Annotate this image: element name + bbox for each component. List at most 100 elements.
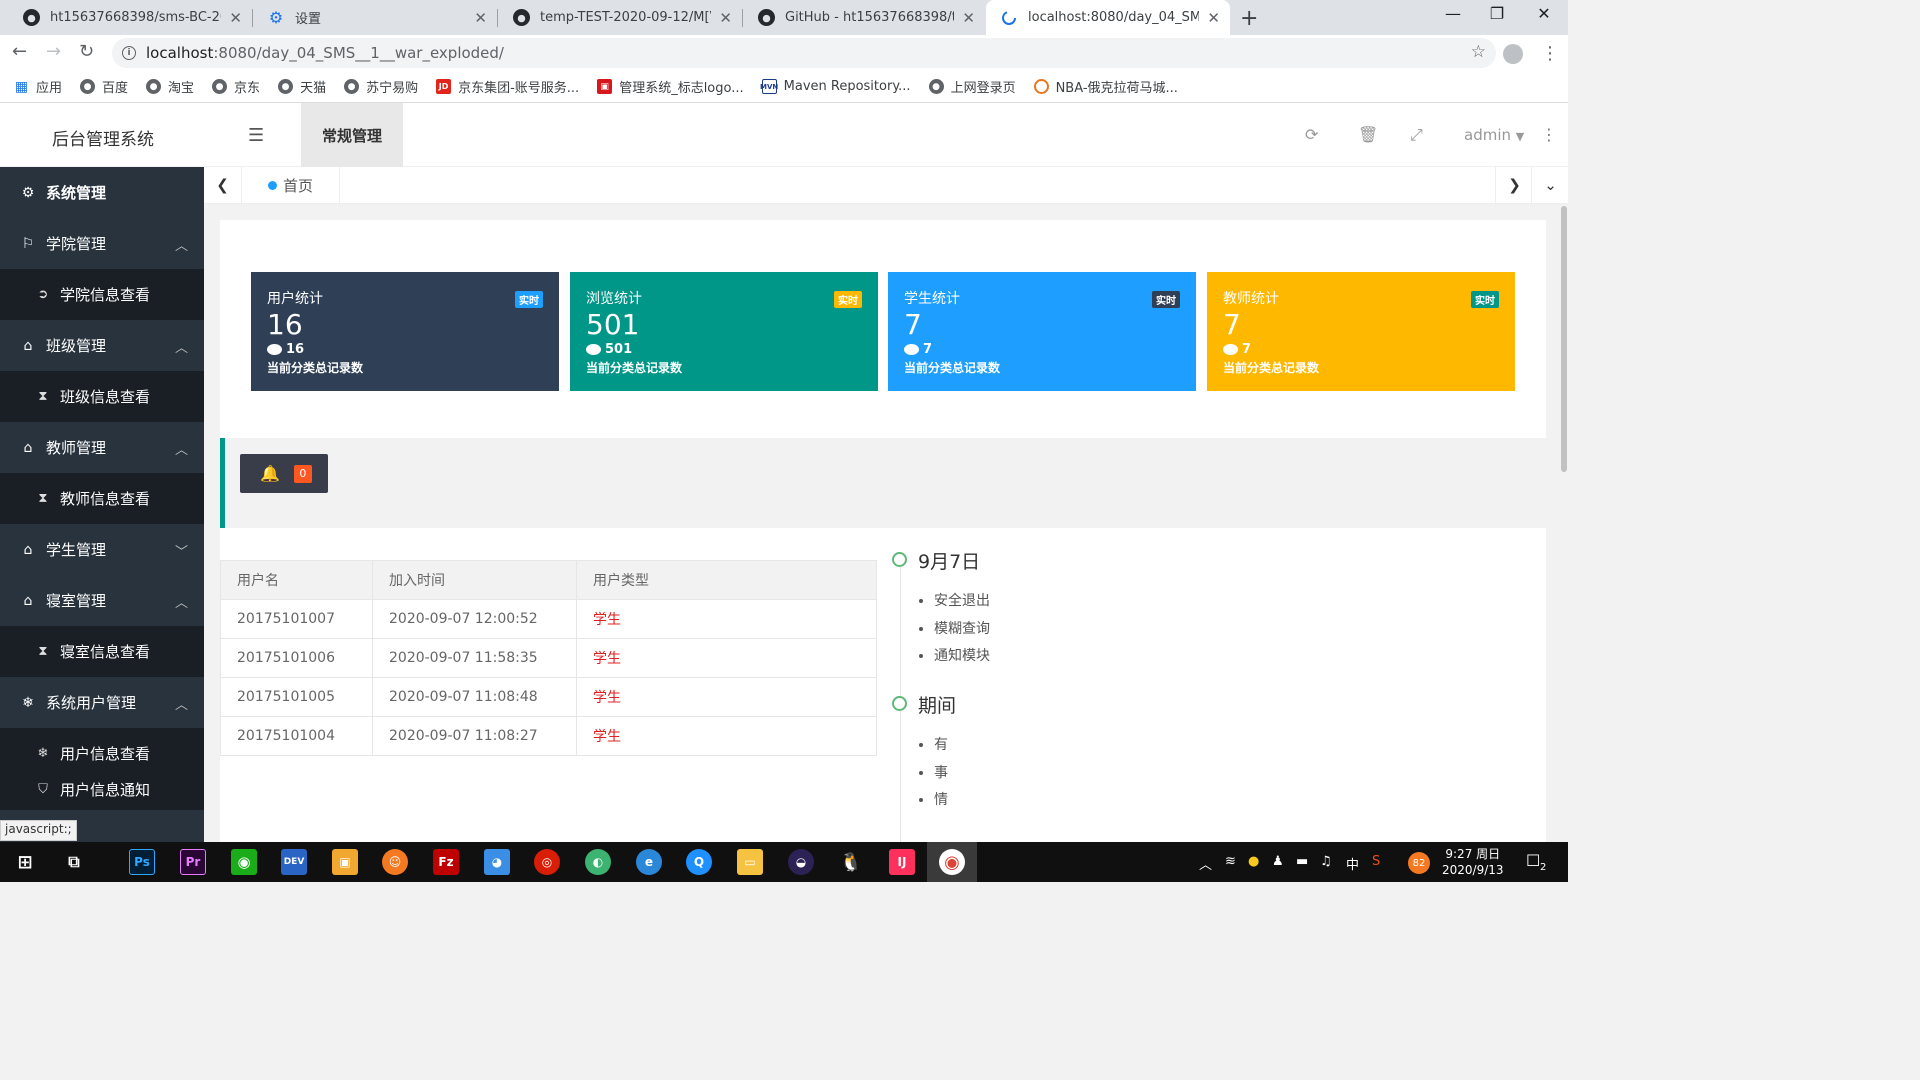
sidebar-subitem-college-view[interactable]: ➲ 学院信息查看 bbox=[0, 269, 204, 320]
task-view-icon[interactable]: ⧉ bbox=[61, 849, 87, 875]
system-clock[interactable]: 9:27 周日 2020/9/13 bbox=[1442, 846, 1504, 878]
bookmark-logo-site[interactable]: ▣ 管理系统_标志logo... bbox=[597, 77, 744, 96]
menu-toggle-icon[interactable]: ☰ bbox=[248, 125, 264, 146]
sogou-icon[interactable]: S bbox=[1372, 854, 1380, 869]
chevron-up-icon[interactable]: ︿ bbox=[1199, 854, 1212, 873]
intellij-icon[interactable]: IJ bbox=[889, 849, 915, 875]
timeline-entry: 模糊查询 bbox=[934, 616, 990, 644]
premiere-icon[interactable]: Pr bbox=[180, 849, 206, 875]
bookmark-login-page[interactable]: ● 上网登录页 bbox=[928, 77, 1016, 96]
tray-app-icon[interactable]: ● bbox=[1248, 854, 1259, 869]
table-row: 20175101007 2020-09-07 12:00:52 学生 bbox=[220, 599, 877, 639]
bookmark-jd-account[interactable]: JD 京东集团-账号服务... bbox=[436, 77, 579, 96]
folder-app-icon[interactable]: ▣ bbox=[332, 849, 358, 875]
sidebar-subitem-class-view[interactable]: ⧗ 班级信息查看 bbox=[0, 371, 204, 422]
sidebar-subitem-dorm-view[interactable]: ⧗ 寝室信息查看 bbox=[0, 626, 204, 677]
notification-center-count: 2 bbox=[1540, 862, 1547, 873]
devcpp-icon[interactable]: DEV bbox=[281, 849, 307, 875]
user-menu[interactable]: admin ▼ bbox=[1464, 126, 1524, 144]
forward-arrow-icon[interactable]: → bbox=[46, 41, 61, 62]
close-icon[interactable]: ✕ bbox=[962, 9, 975, 27]
search-app-icon[interactable]: Q bbox=[686, 849, 712, 875]
close-icon[interactable]: ✕ bbox=[1207, 9, 1220, 27]
bookmark-jingdong[interactable]: ● 京东 bbox=[212, 77, 260, 96]
nav-general-management[interactable]: 常规管理 bbox=[301, 103, 403, 167]
bookmark-baidu[interactable]: ● 百度 bbox=[80, 77, 128, 96]
wechat-icon[interactable]: ◉ bbox=[231, 849, 257, 875]
cell-username: 20175101007 bbox=[220, 599, 373, 639]
battery-icon[interactable]: ▬ bbox=[1296, 854, 1308, 869]
sidebar-subitem-user-notice[interactable]: ⛉ 用户信息通知 bbox=[0, 769, 204, 810]
ime-indicator[interactable]: 中 bbox=[1346, 854, 1359, 873]
close-icon[interactable]: ✕ bbox=[229, 9, 242, 27]
sidebar-item-system-users[interactable]: ❄ 系统用户管理 ︿ bbox=[0, 677, 204, 728]
minimize-button[interactable]: — bbox=[1441, 4, 1465, 23]
profile-avatar[interactable] bbox=[1503, 44, 1523, 64]
browser-tab[interactable]: temp-TEST-2020-09-12/M[VP ✕ bbox=[498, 0, 742, 35]
windows-start-icon[interactable]: ⊞ bbox=[12, 849, 38, 875]
eclipse-icon[interactable]: ◒ bbox=[788, 849, 814, 875]
bookmark-tmall[interactable]: ● 天猫 bbox=[278, 77, 326, 96]
bookmark-apps[interactable]: ▦ 应用 bbox=[14, 77, 62, 97]
close-icon[interactable]: ✕ bbox=[474, 9, 487, 27]
new-tab-button[interactable]: + bbox=[1240, 6, 1258, 31]
info-icon[interactable]: i bbox=[122, 46, 136, 60]
back-arrow-icon[interactable]: ← bbox=[12, 41, 27, 62]
bookmark-star-icon[interactable]: ☆ bbox=[1471, 42, 1486, 62]
netease-music-icon[interactable]: ◎ bbox=[534, 849, 560, 875]
cell-user-type: 学生 bbox=[576, 638, 877, 678]
qq-icon[interactable]: 🐧 bbox=[838, 849, 864, 875]
browser-tab[interactable]: ⚙ 设置 ✕ bbox=[253, 0, 497, 35]
logo-site-icon: ▣ bbox=[597, 79, 613, 94]
sidebar-item-college[interactable]: ⚐ 学院管理 ︿ bbox=[0, 218, 204, 269]
sidebar-subitem-user-view[interactable]: ❄ 用户信息查看 bbox=[0, 728, 204, 769]
browser-tab-active[interactable]: localhost:8080/day_04_SMS_ ✕ bbox=[986, 0, 1230, 35]
scrollbar-thumb[interactable] bbox=[1561, 206, 1567, 472]
sidebar-subitem-teacher-view[interactable]: ⧗ 教师信息查看 bbox=[0, 473, 204, 524]
browser-tab[interactable]: ht15637668398/sms-BC-2020 ✕ bbox=[8, 0, 252, 35]
chevron-up-icon: ︿ bbox=[174, 239, 188, 254]
sidebar-item-dorm[interactable]: ⌂ 寝室管理 ︿ bbox=[0, 575, 204, 626]
address-bar[interactable]: i localhost:8080/day_04_SMS__1__war_expl… bbox=[112, 38, 1496, 68]
avatar-app-icon[interactable]: ☺ bbox=[382, 849, 408, 875]
bookmark-nba[interactable]: NBA-俄克拉荷马城... bbox=[1033, 77, 1178, 96]
filezilla-icon[interactable]: Fz bbox=[433, 849, 459, 875]
globe-icon: ● bbox=[212, 79, 228, 94]
restore-button[interactable]: ❐ bbox=[1485, 4, 1509, 23]
app-header: 后台管理系统 ☰ 常规管理 ⟳ 🗑 ⤢ admin ▼ ⋮ bbox=[0, 103, 1568, 167]
ie-icon[interactable]: e bbox=[636, 849, 662, 875]
sidebar-item-teacher[interactable]: ⌂ 教师管理 ︿ bbox=[0, 422, 204, 473]
panda-app-icon[interactable]: ◕ bbox=[484, 849, 510, 875]
bookmark-maven[interactable]: MVN Maven Repository... bbox=[760, 79, 911, 94]
photoshop-icon[interactable]: Ps bbox=[129, 849, 155, 875]
tray-qq-icon[interactable]: ♟ bbox=[1272, 854, 1284, 869]
browser-app-icon[interactable]: ◐ bbox=[585, 849, 611, 875]
chevron-left-icon[interactable]: ❮ bbox=[204, 167, 242, 203]
chevron-down-icon[interactable]: ⌄ bbox=[1531, 167, 1569, 203]
wifi-icon[interactable]: ≋ bbox=[1225, 854, 1236, 869]
sidebar-item-class[interactable]: ⌂ 班级管理 ︿ bbox=[0, 320, 204, 371]
reload-icon[interactable]: ↻ bbox=[79, 41, 94, 62]
bookmark-suning[interactable]: ● 苏宁易购 bbox=[344, 77, 418, 96]
tray-badge[interactable]: 82 bbox=[1408, 852, 1430, 874]
sidebar-item-student[interactable]: ⌂ 学生管理 ﹀ bbox=[0, 524, 204, 575]
file-explorer-icon[interactable]: ▭ bbox=[737, 849, 763, 875]
chrome-icon[interactable]: ◉ bbox=[939, 849, 965, 875]
browser-tab[interactable]: GitHub - ht15637668398/tem ✕ bbox=[743, 0, 985, 35]
browser-menu-icon[interactable]: ⋮ bbox=[1541, 43, 1559, 64]
fullscreen-icon[interactable]: ⤢ bbox=[1410, 125, 1423, 145]
tab-title: 设置 bbox=[295, 12, 322, 27]
more-icon[interactable]: ⋮ bbox=[1541, 125, 1557, 144]
tab-home[interactable]: 首页 bbox=[242, 167, 341, 203]
close-icon[interactable]: ✕ bbox=[719, 9, 732, 27]
bookmark-taobao[interactable]: ● 淘宝 bbox=[146, 77, 194, 96]
trash-icon[interactable]: 🗑 bbox=[1358, 125, 1378, 144]
notification-center-icon[interactable]: ☐ bbox=[1526, 851, 1540, 870]
refresh-icon[interactable]: ⟳ bbox=[1305, 125, 1318, 144]
scrollbar[interactable] bbox=[1560, 204, 1568, 842]
volume-icon[interactable]: ♫ bbox=[1320, 854, 1332, 869]
sidebar-item-system[interactable]: ⚙ 系统管理 bbox=[0, 167, 204, 218]
chevron-right-icon[interactable]: ❯ bbox=[1495, 167, 1533, 203]
window-close-button[interactable]: ✕ bbox=[1532, 4, 1556, 23]
notification-button[interactable]: 🔔 0 bbox=[240, 454, 328, 493]
